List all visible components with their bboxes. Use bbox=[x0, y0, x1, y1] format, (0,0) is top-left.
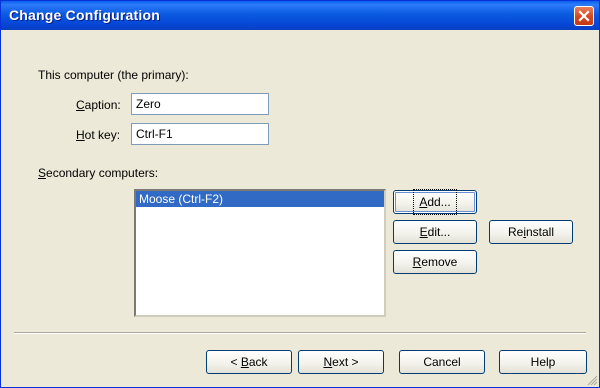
secondary-computers-list[interactable]: Moose (Ctrl-F2) bbox=[134, 189, 386, 317]
dialog-body: This computer (the primary): Caption: Ho… bbox=[1, 30, 599, 387]
separator-line bbox=[14, 332, 586, 334]
secondary-section-label: Secondary computers: bbox=[38, 166, 159, 180]
resize-grip-icon[interactable] bbox=[586, 374, 598, 386]
hotkey-label: Hot key: bbox=[76, 128, 121, 142]
caption-label: Caption: bbox=[76, 98, 121, 112]
list-item[interactable]: Moose (Ctrl-F2) bbox=[136, 191, 384, 207]
title-bar[interactable]: Change Configuration bbox=[1, 1, 599, 30]
caption-input[interactable] bbox=[131, 93, 269, 115]
reinstall-button[interactable]: Reinstall bbox=[489, 220, 573, 244]
close-icon bbox=[578, 10, 590, 22]
change-configuration-dialog: Change Configuration This computer (the … bbox=[0, 0, 600, 388]
primary-section-label: This computer (the primary): bbox=[38, 68, 189, 82]
hotkey-input[interactable] bbox=[131, 123, 269, 145]
cancel-button[interactable]: Cancel bbox=[399, 350, 485, 374]
add-button[interactable]: Add... bbox=[393, 189, 477, 215]
close-button[interactable] bbox=[574, 6, 594, 26]
back-button[interactable]: < Back bbox=[206, 350, 292, 374]
edit-button[interactable]: Edit... bbox=[393, 220, 477, 244]
help-button[interactable]: Help bbox=[499, 350, 587, 374]
next-button[interactable]: Next > bbox=[298, 350, 384, 374]
remove-button[interactable]: Remove bbox=[393, 250, 477, 274]
dialog-title: Change Configuration bbox=[9, 7, 160, 23]
